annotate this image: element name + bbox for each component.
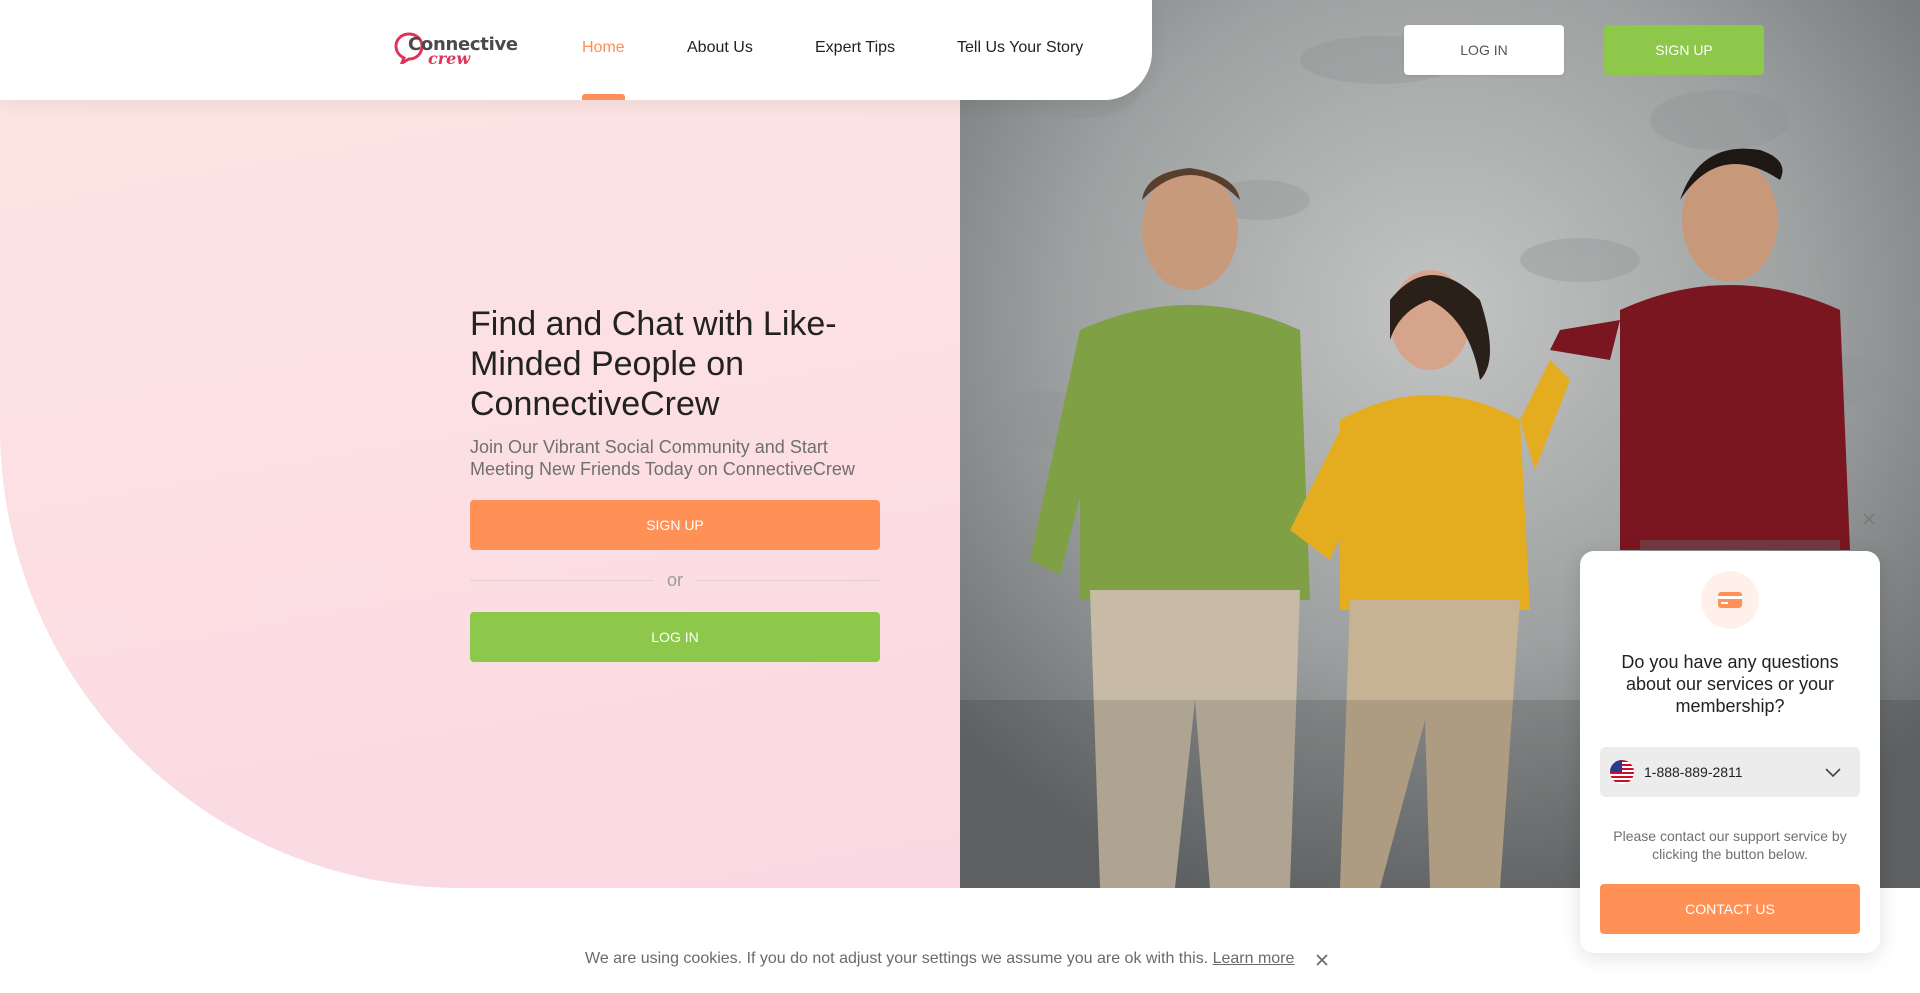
- hero-title: Find and Chat with Like-Minded People on…: [470, 305, 837, 423]
- cookie-learn-more-link[interactable]: Learn more: [1213, 950, 1295, 967]
- cookie-notice: We are using cookies. If you do not adju…: [585, 950, 1294, 968]
- header-signup-button[interactable]: SIGN UP: [1604, 25, 1764, 75]
- phone-number: 1-888-889-2811: [1644, 764, 1743, 780]
- active-nav-indicator: [582, 94, 625, 100]
- nav-expert-tips[interactable]: Expert Tips: [815, 39, 895, 57]
- hero-login-button[interactable]: LOG IN: [470, 612, 880, 662]
- chevron-down-icon: [1825, 768, 1841, 778]
- hero-subtitle: Join Our Vibrant Social Community and St…: [470, 437, 855, 479]
- hero-signup-button[interactable]: SIGN UP: [470, 500, 880, 550]
- nav-home[interactable]: Home: [582, 39, 625, 57]
- divider-line-right: [696, 580, 880, 581]
- cookie-text: We are using cookies. If you do not adju…: [585, 950, 1213, 967]
- hero-content: Find and Chat with Like-Minded People on…: [470, 304, 890, 480]
- us-flag-icon: [1610, 760, 1634, 784]
- nav-about-us[interactable]: About Us: [687, 39, 753, 57]
- page: Connective crew Home About Us Expert Tip…: [0, 0, 1920, 993]
- phone-country-select[interactable]: 1-888-889-2811: [1600, 747, 1860, 797]
- support-widget: Do you have any questions about our serv…: [1580, 551, 1880, 953]
- credit-card-icon: [1701, 571, 1759, 629]
- close-icon[interactable]: [1858, 508, 1880, 530]
- nav-tell-us-your-story[interactable]: Tell Us Your Story: [957, 39, 1083, 57]
- support-note: Please contact our support service by cl…: [1613, 828, 1847, 862]
- top-navbar: Connective crew Home About Us Expert Tip…: [0, 0, 1152, 100]
- or-divider: or: [470, 569, 880, 593]
- site-logo[interactable]: Connective crew: [394, 30, 518, 70]
- header-login-button[interactable]: LOG IN: [1404, 25, 1564, 75]
- support-question: Do you have any questions about our serv…: [1621, 652, 1839, 716]
- contact-us-button[interactable]: CONTACT US: [1600, 884, 1860, 934]
- logo-text-sub: crew: [428, 49, 471, 68]
- cookie-close-icon[interactable]: [1312, 950, 1332, 970]
